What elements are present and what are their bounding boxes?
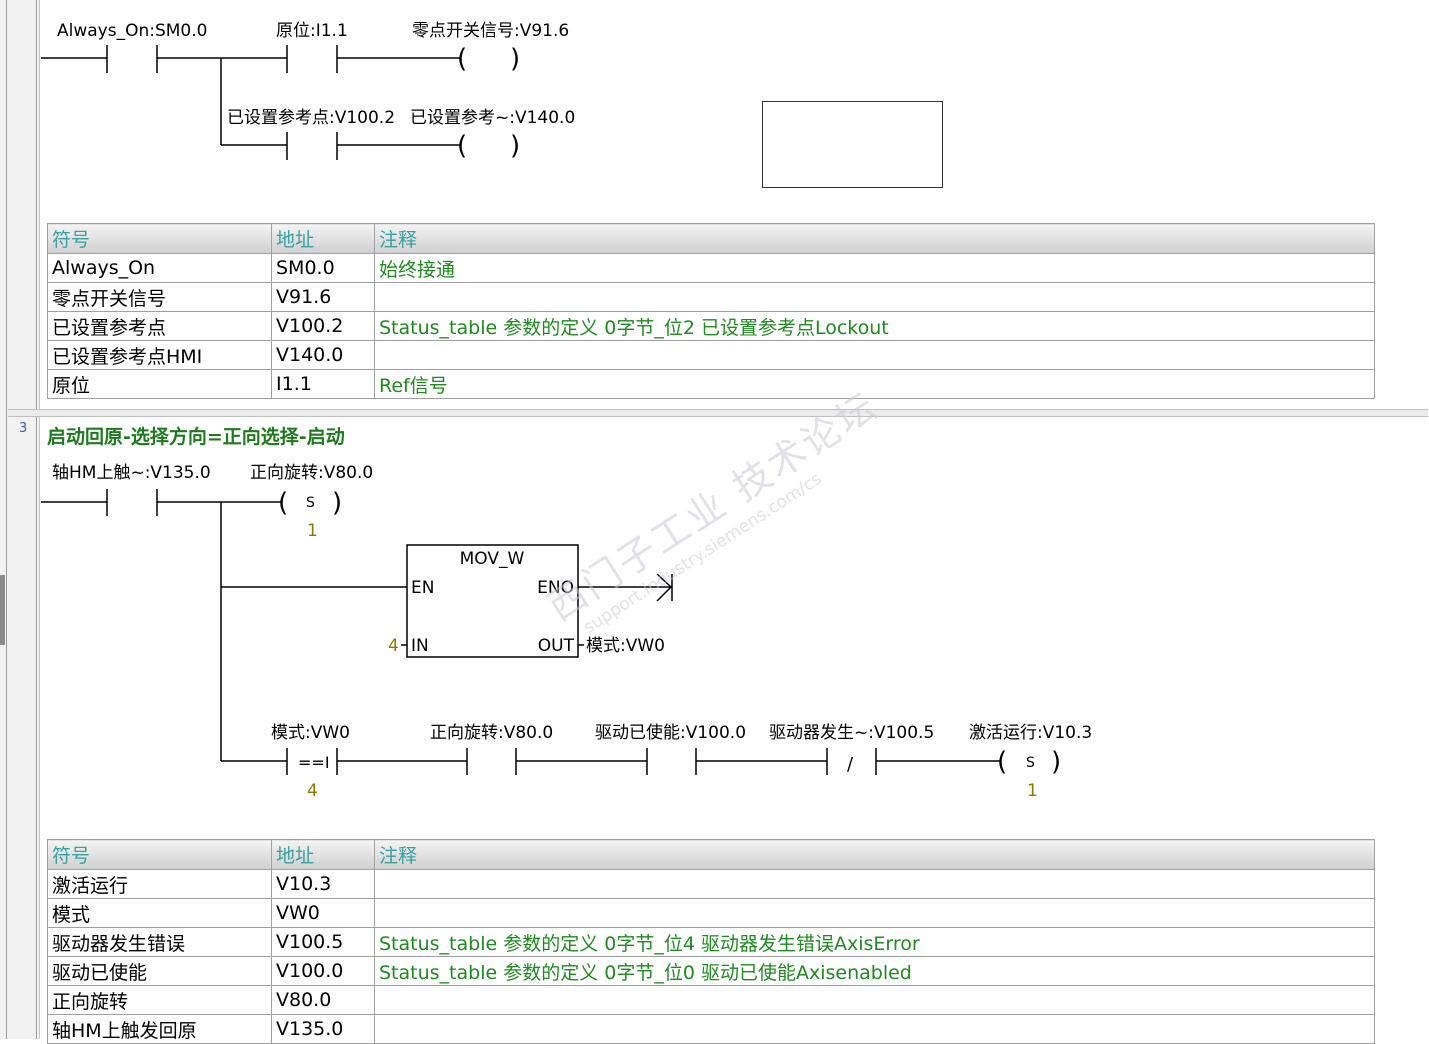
coil-right-paren: ): [510, 131, 520, 161]
table-row[interactable]: Always_On SM0.0 始终接通: [47, 253, 1375, 283]
cell-address[interactable]: V100.0: [271, 956, 375, 986]
table-row[interactable]: 已设置参考点HMI V140.0: [47, 340, 1375, 370]
cell-address[interactable]: V91.6: [271, 282, 375, 312]
compare-operator: ==I: [298, 753, 330, 772]
column-header-address[interactable]: 地址: [271, 223, 375, 254]
table-row[interactable]: 零点开关信号 V91.6: [47, 282, 1375, 312]
compare-label-mode[interactable]: 模式:VW0: [271, 723, 350, 743]
cell-symbol[interactable]: 轴HM上触发回原: [47, 1014, 272, 1044]
network-number[interactable]: 3: [19, 421, 27, 436]
column-header-comment[interactable]: 注释: [374, 223, 1375, 254]
network-separator: [8, 409, 1428, 417]
coil-left-paren: (: [457, 131, 467, 161]
cell-address[interactable]: I1.1: [271, 369, 375, 399]
mov-out-value[interactable]: 模式:VW0: [586, 636, 665, 656]
cell-comment[interactable]: Status_table 参数的定义 0字节_位0 驱动已使能Axisenabl…: [374, 956, 1375, 986]
coil-left-paren: (: [457, 44, 467, 74]
cell-address[interactable]: V80.0: [271, 985, 375, 1015]
cell-comment[interactable]: 始终接通: [374, 253, 1375, 283]
coil-label-forward[interactable]: 正向旋转:V80.0: [250, 463, 373, 483]
contact-label-ref-set[interactable]: 已设置参考点:V100.2: [227, 108, 395, 128]
coil-label-activate-run[interactable]: 激活运行:V10.3: [969, 723, 1092, 743]
coil-type-set: S: [1026, 755, 1035, 771]
table-row[interactable]: 轴HM上触发回原 V135.0: [47, 1014, 1375, 1044]
table-row[interactable]: 激活运行 V10.3: [47, 869, 1375, 899]
coil-label-zero-switch[interactable]: 零点开关信号:V91.6: [412, 21, 569, 41]
coil-left-paren: (: [278, 488, 288, 518]
coil-left-paren: (: [997, 747, 1007, 777]
mov-pin-en: EN: [411, 578, 434, 598]
table-row[interactable]: 已设置参考点 V100.2 Status_table 参数的定义 0字节_位2 …: [47, 311, 1375, 341]
coil-count: 1: [1027, 781, 1038, 801]
column-header-symbol[interactable]: 符号: [47, 839, 272, 870]
contact-label-drive-error[interactable]: 驱动器发生~:V100.5: [769, 723, 934, 743]
mov-pin-out: OUT: [538, 636, 575, 656]
coil-right-paren: ): [1051, 747, 1061, 777]
cell-comment[interactable]: [374, 869, 1375, 899]
cell-symbol[interactable]: 正向旋转: [47, 985, 272, 1015]
empty-operand-box[interactable]: [762, 101, 943, 188]
cell-symbol[interactable]: 驱动器发生错误: [47, 927, 272, 957]
cell-symbol[interactable]: 激活运行: [47, 869, 272, 899]
cell-comment[interactable]: Status_table 参数的定义 0字节_位4 驱动器发生错误AxisErr…: [374, 927, 1375, 957]
cell-address[interactable]: V10.3: [271, 869, 375, 899]
cell-comment[interactable]: [374, 1014, 1375, 1044]
cell-symbol[interactable]: Always_On: [47, 253, 272, 283]
cell-symbol[interactable]: 原位: [47, 369, 272, 399]
cell-address[interactable]: SM0.0: [271, 253, 375, 283]
cell-address[interactable]: VW0: [271, 898, 375, 928]
cell-comment[interactable]: [374, 985, 1375, 1015]
cell-address[interactable]: V140.0: [271, 340, 375, 370]
cell-address[interactable]: V100.2: [271, 311, 375, 341]
cell-symbol[interactable]: 驱动已使能: [47, 956, 272, 986]
compare-value[interactable]: 4: [307, 781, 318, 801]
coil-label-ref-hmi[interactable]: 已设置参考~:V140.0: [410, 108, 575, 128]
cell-symbol[interactable]: 零点开关信号: [47, 282, 272, 312]
contact-label-drive-enabled[interactable]: 驱动已使能:V100.0: [595, 722, 746, 743]
table-row[interactable]: 驱动器发生错误 V100.5 Status_table 参数的定义 0字节_位4…: [47, 927, 1375, 957]
mov-pin-in: IN: [411, 636, 429, 656]
table-row[interactable]: 原位 I1.1 Ref信号: [47, 369, 1375, 399]
contact-nc-symbol: /: [847, 754, 854, 775]
contact-label-home[interactable]: 原位:I1.1: [276, 21, 348, 41]
table-row[interactable]: 驱动已使能 V100.0 Status_table 参数的定义 0字节_位0 驱…: [47, 956, 1375, 986]
cell-address[interactable]: V135.0: [271, 1014, 375, 1044]
coil-right-paren: ): [510, 44, 520, 74]
coil-count: 1: [307, 521, 318, 541]
table-row[interactable]: 模式 VW0: [47, 898, 1375, 928]
mov-pin-eno: ENO: [537, 578, 574, 598]
table-header-row: 符号 地址 注释: [47, 839, 1375, 870]
mov-in-value[interactable]: 4: [388, 636, 399, 656]
table-row[interactable]: 正向旋转 V80.0: [47, 985, 1375, 1015]
cell-symbol[interactable]: 已设置参考点: [47, 311, 272, 341]
contact-label-forward[interactable]: 正向旋转:V80.0: [430, 723, 553, 743]
column-header-comment[interactable]: 注释: [374, 839, 1375, 870]
column-header-address[interactable]: 地址: [271, 839, 375, 870]
cell-address[interactable]: V100.5: [271, 927, 375, 957]
symbol-table-network3: 符号 地址 注释 激活运行 V10.3 模式 VW0 驱动器发生错误 V100.…: [47, 839, 1375, 1044]
cell-symbol[interactable]: 模式: [47, 898, 272, 928]
cell-comment[interactable]: Status_table 参数的定义 0字节_位2 已设置参考点Lockout: [374, 311, 1375, 341]
contact-label-always-on[interactable]: Always_On:SM0.0: [57, 21, 207, 41]
coil-type-set: S: [306, 495, 315, 511]
contact-label-axis-hm[interactable]: 轴HM上触~:V135.0: [52, 463, 211, 483]
cell-symbol[interactable]: 已设置参考点HMI: [47, 340, 272, 370]
cell-comment[interactable]: [374, 898, 1375, 928]
cell-comment[interactable]: [374, 340, 1375, 370]
coil-right-paren: ): [332, 488, 342, 518]
mov-block-name[interactable]: MOV_W: [460, 549, 525, 569]
cell-comment[interactable]: [374, 282, 1375, 312]
table-header-row: 符号 地址 注释: [47, 223, 1375, 254]
symbol-table-network2: 符号 地址 注释 Always_On SM0.0 始终接通 零点开关信号 V91…: [47, 223, 1375, 399]
cell-comment[interactable]: Ref信号: [374, 369, 1375, 399]
network-title[interactable]: 启动回原-选择方向=正向选择-启动: [47, 422, 345, 449]
column-header-symbol[interactable]: 符号: [47, 223, 272, 254]
